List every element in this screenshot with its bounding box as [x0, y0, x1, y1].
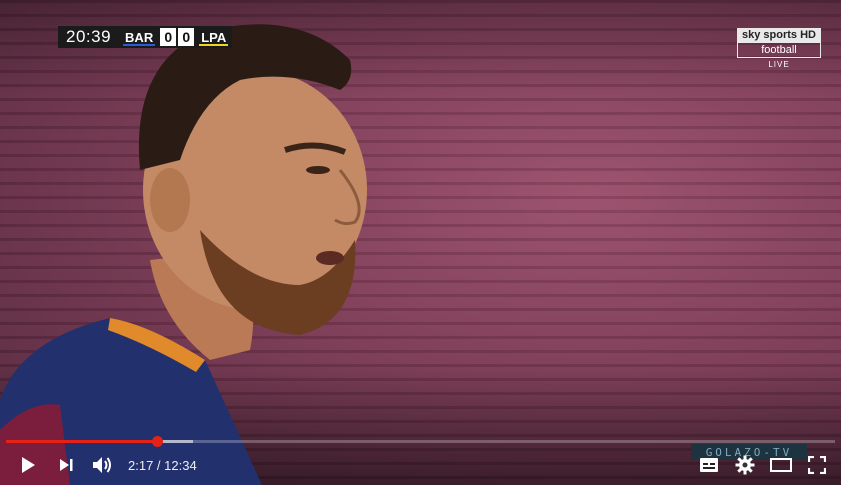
play-icon — [22, 457, 35, 473]
fullscreen-button[interactable] — [799, 445, 835, 485]
next-icon — [60, 459, 73, 471]
subtitles-button[interactable] — [691, 445, 727, 485]
home-score: 0 — [160, 28, 177, 46]
away-team: LPA — [195, 26, 232, 48]
duration: 12:34 — [164, 457, 197, 473]
current-time: 2:17 — [128, 457, 154, 473]
volume-button[interactable] — [84, 445, 120, 485]
theater-mode-icon — [770, 458, 792, 472]
live-indicator: LIVE — [768, 60, 790, 69]
subtitles-icon — [700, 458, 718, 472]
control-bar: 2:17 / 12:34 — [0, 445, 841, 485]
video-subject — [0, 24, 367, 485]
fullscreen-icon — [808, 456, 826, 474]
next-button[interactable] — [48, 445, 84, 485]
settings-button[interactable] — [727, 445, 763, 485]
away-score: 0 — [178, 28, 195, 46]
time-display: 2:17 / 12:34 — [128, 458, 197, 473]
progress-bar[interactable] — [6, 436, 835, 447]
theater-mode-button[interactable] — [763, 445, 799, 485]
played-bar — [6, 440, 157, 443]
broadcaster-logo: sky sports HD football LIVE — [737, 28, 821, 69]
broadcaster-channel: sky sports HD — [737, 28, 821, 42]
match-clock: 20:39 — [66, 27, 112, 46]
play-button[interactable] — [8, 445, 48, 485]
scorebug: 20:39 BAR 0 0 LPA — [58, 26, 233, 48]
settings-icon — [735, 455, 755, 475]
broadcaster-sport: football — [737, 42, 821, 58]
time-separator: / — [153, 457, 165, 473]
home-team: BAR — [119, 26, 159, 48]
volume-icon — [93, 457, 111, 473]
video-player[interactable]: 20:39 BAR 0 0 LPA sky sports HD football… — [0, 0, 841, 485]
